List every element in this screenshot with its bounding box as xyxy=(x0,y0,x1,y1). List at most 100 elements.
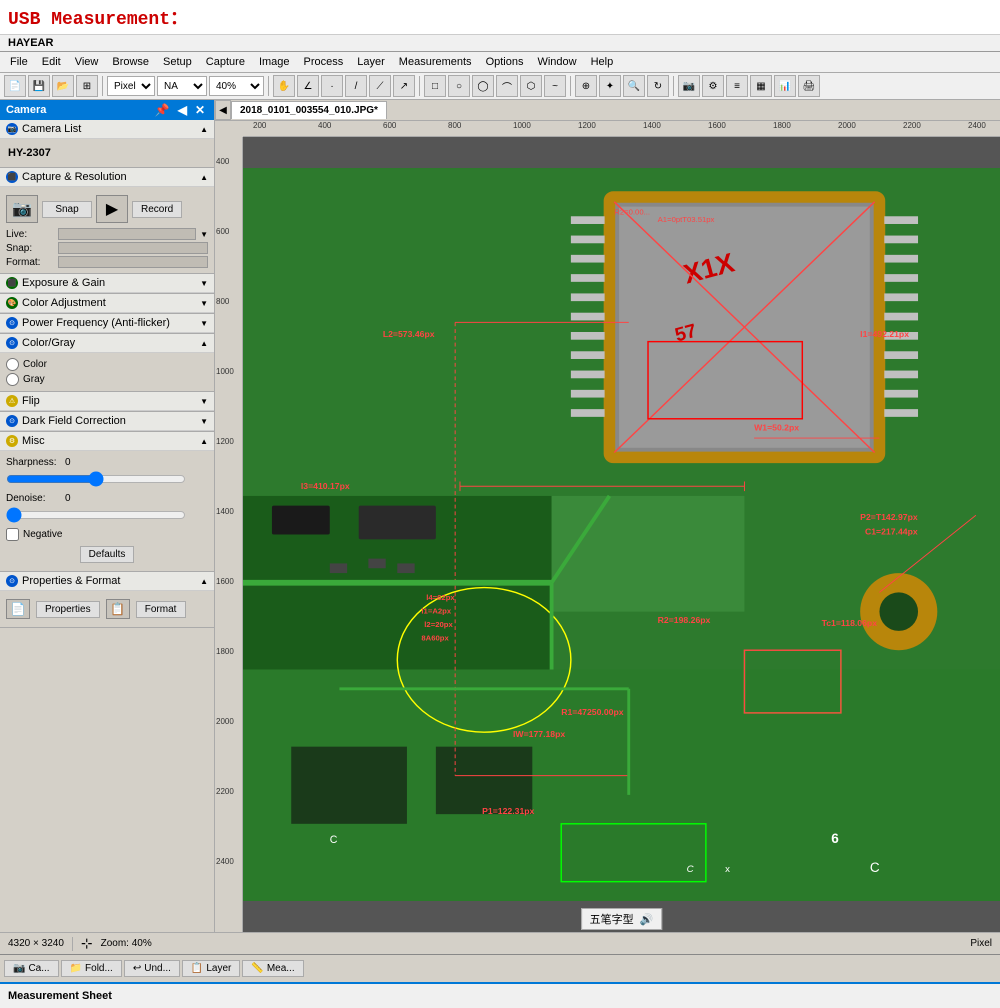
denoise-slider[interactable] xyxy=(6,508,186,522)
grid-button[interactable]: ⊞ xyxy=(76,75,98,97)
zoom-select[interactable]: 40% 25% 50% 100% xyxy=(209,76,264,96)
menu-setup[interactable]: Setup xyxy=(157,54,198,70)
panel-close-button[interactable]: ✕ xyxy=(192,103,208,117)
section-exposure-header[interactable]: ⬛ Exposure & Gain ▼ xyxy=(0,274,214,293)
dark-field-label: Dark Field Correction xyxy=(22,415,126,427)
record-button[interactable]: Record xyxy=(132,201,182,218)
menu-help[interactable]: Help xyxy=(585,54,620,70)
section-properties-header[interactable]: ⊙ Properties & Format ▲ xyxy=(0,572,214,591)
arc-button[interactable]: ⌒ xyxy=(496,75,518,97)
image-container[interactable]: X1X 57 xyxy=(243,137,1000,932)
zoom-in-button[interactable]: 🔍 xyxy=(623,75,645,97)
ime-bar[interactable]: 五笔字型 🔊 xyxy=(581,908,663,930)
gray-radio[interactable] xyxy=(6,373,19,386)
section-color-gray: ⊙ Color/Gray ▲ Color Gray xyxy=(0,334,214,392)
angle-button[interactable]: ∠ xyxy=(297,75,319,97)
svg-text:l2=20px: l2=20px xyxy=(424,620,453,629)
sharpness-row: Sharpness: 0 xyxy=(6,455,208,470)
undo-tab-label: Und... xyxy=(144,963,171,974)
table-btn[interactable]: ▦ xyxy=(750,75,772,97)
camera-tab-label: Ca... xyxy=(28,963,49,974)
bottom-tab-camera[interactable]: 📷 Ca... xyxy=(4,960,59,977)
chart-btn[interactable]: 📊 xyxy=(774,75,796,97)
section-camera-list-header[interactable]: 📷 Camera List ▲ xyxy=(0,120,214,139)
align-btn[interactable]: ≡ xyxy=(726,75,748,97)
menu-capture[interactable]: Capture xyxy=(200,54,251,70)
arrow-button[interactable]: ↗ xyxy=(393,75,415,97)
section-capture-header[interactable]: ⬛ Capture & Resolution ▲ xyxy=(0,168,214,187)
image-tab[interactable]: 2018_0101_003554_010.JPG* xyxy=(231,101,387,119)
menu-file[interactable]: File xyxy=(4,54,34,70)
toolbar-sep-4 xyxy=(570,76,571,96)
camera-name[interactable]: HY-2307 xyxy=(6,143,208,163)
na-select[interactable]: NA xyxy=(157,76,207,96)
section-misc: ⚙ Misc ▲ Sharpness: 0 Denoise: 0 xyxy=(0,432,214,572)
spline-button[interactable]: ~ xyxy=(544,75,566,97)
measurement-sheet-bar: Measurement Sheet xyxy=(0,982,1000,1008)
move-button[interactable]: ✦ xyxy=(599,75,621,97)
settings-btn[interactable]: ⚙ xyxy=(702,75,724,97)
section-dark-field-header[interactable]: ⊙ Dark Field Correction ▼ xyxy=(0,412,214,431)
dot-button[interactable]: · xyxy=(321,75,343,97)
bottom-tab-folder[interactable]: 📁 Fold... xyxy=(61,960,122,977)
sharpness-slider[interactable] xyxy=(6,472,186,486)
polyline-button[interactable]: ⟋ xyxy=(369,75,391,97)
unit-select[interactable]: Pixel mm μm xyxy=(107,76,155,96)
polygon-button[interactable]: ⬡ xyxy=(520,75,542,97)
line-button[interactable]: / xyxy=(345,75,367,97)
panel-pin-button[interactable]: 📌 xyxy=(152,103,173,117)
misc-label: Misc xyxy=(22,435,45,447)
menu-image[interactable]: Image xyxy=(253,54,296,70)
open-button[interactable]: 📂 xyxy=(52,75,74,97)
rect-button[interactable]: □ xyxy=(424,75,446,97)
menu-view[interactable]: View xyxy=(69,54,105,70)
section-misc-header[interactable]: ⚙ Misc ▲ xyxy=(0,432,214,451)
menu-options[interactable]: Options xyxy=(480,54,530,70)
save-button[interactable]: 💾 xyxy=(28,75,50,97)
snap-button[interactable]: Snap xyxy=(42,201,92,218)
tab-nav-left[interactable]: ◀ xyxy=(215,100,231,120)
cursor-button[interactable]: ⊕ xyxy=(575,75,597,97)
bottom-tab-layer[interactable]: 📋 Layer xyxy=(182,960,240,977)
rotate-button[interactable]: ↻ xyxy=(647,75,669,97)
properties-button[interactable]: Properties xyxy=(36,601,100,618)
circle-button[interactable]: ○ xyxy=(448,75,470,97)
ime-sound-icon[interactable]: 🔊 xyxy=(640,913,654,926)
menu-layer[interactable]: Layer xyxy=(351,54,391,70)
ruler-v-2200: 2200 xyxy=(216,787,234,796)
color-radio[interactable] xyxy=(6,358,19,371)
format-button[interactable]: Format xyxy=(136,601,186,618)
title-bar: USB Measurement： xyxy=(0,0,1000,35)
menu-edit[interactable]: Edit xyxy=(36,54,67,70)
pan-button[interactable]: ✋ xyxy=(273,75,295,97)
section-color-adj-header[interactable]: 🎨 Color Adjustment ▼ xyxy=(0,294,214,313)
bottom-tabs: 📷 Ca... 📁 Fold... ↩ Und... 📋 Layer 📏 Mea… xyxy=(0,954,1000,982)
negative-checkbox[interactable] xyxy=(6,528,19,541)
svg-text:l1=A2px: l1=A2px xyxy=(421,607,451,616)
defaults-button[interactable]: Defaults xyxy=(80,546,135,563)
properties-arrow: ▲ xyxy=(200,577,208,586)
bottom-tab-undo[interactable]: ↩ Und... xyxy=(124,960,180,977)
exposure-icon: ⬛ xyxy=(6,277,18,289)
ellipse-button[interactable]: ◯ xyxy=(472,75,494,97)
ruler-v-2000: 2000 xyxy=(216,717,234,726)
bottom-tab-measurement[interactable]: 📏 Mea... xyxy=(242,960,303,977)
ruler-h-1600: 1600 xyxy=(708,121,726,130)
measurement-tab-icon: 📏 xyxy=(251,963,263,974)
exposure-label: Exposure & Gain xyxy=(22,277,105,289)
menu-window[interactable]: Window xyxy=(531,54,582,70)
toolbar-sep-3 xyxy=(419,76,420,96)
ime-text: 五笔字型 xyxy=(590,911,634,927)
section-flip-header[interactable]: ⚠ Flip ▼ xyxy=(0,392,214,411)
ruler-v-1600: 1600 xyxy=(216,577,234,586)
section-power-freq-header[interactable]: ⊙ Power Frequency (Anti-flicker) ▼ xyxy=(0,314,214,333)
panel-nav-left[interactable]: ◀ xyxy=(175,103,190,117)
section-color-gray-header[interactable]: ⊙ Color/Gray ▲ xyxy=(0,334,214,353)
new-button[interactable]: 📄 xyxy=(4,75,26,97)
print-btn[interactable]: 🖨 xyxy=(798,75,820,97)
menu-browse[interactable]: Browse xyxy=(106,54,155,70)
menu-process[interactable]: Process xyxy=(298,54,350,70)
capture-btn[interactable]: 📷 xyxy=(678,75,700,97)
menu-measurements[interactable]: Measurements xyxy=(393,54,478,70)
ruler-v-1400: 1400 xyxy=(216,507,234,516)
